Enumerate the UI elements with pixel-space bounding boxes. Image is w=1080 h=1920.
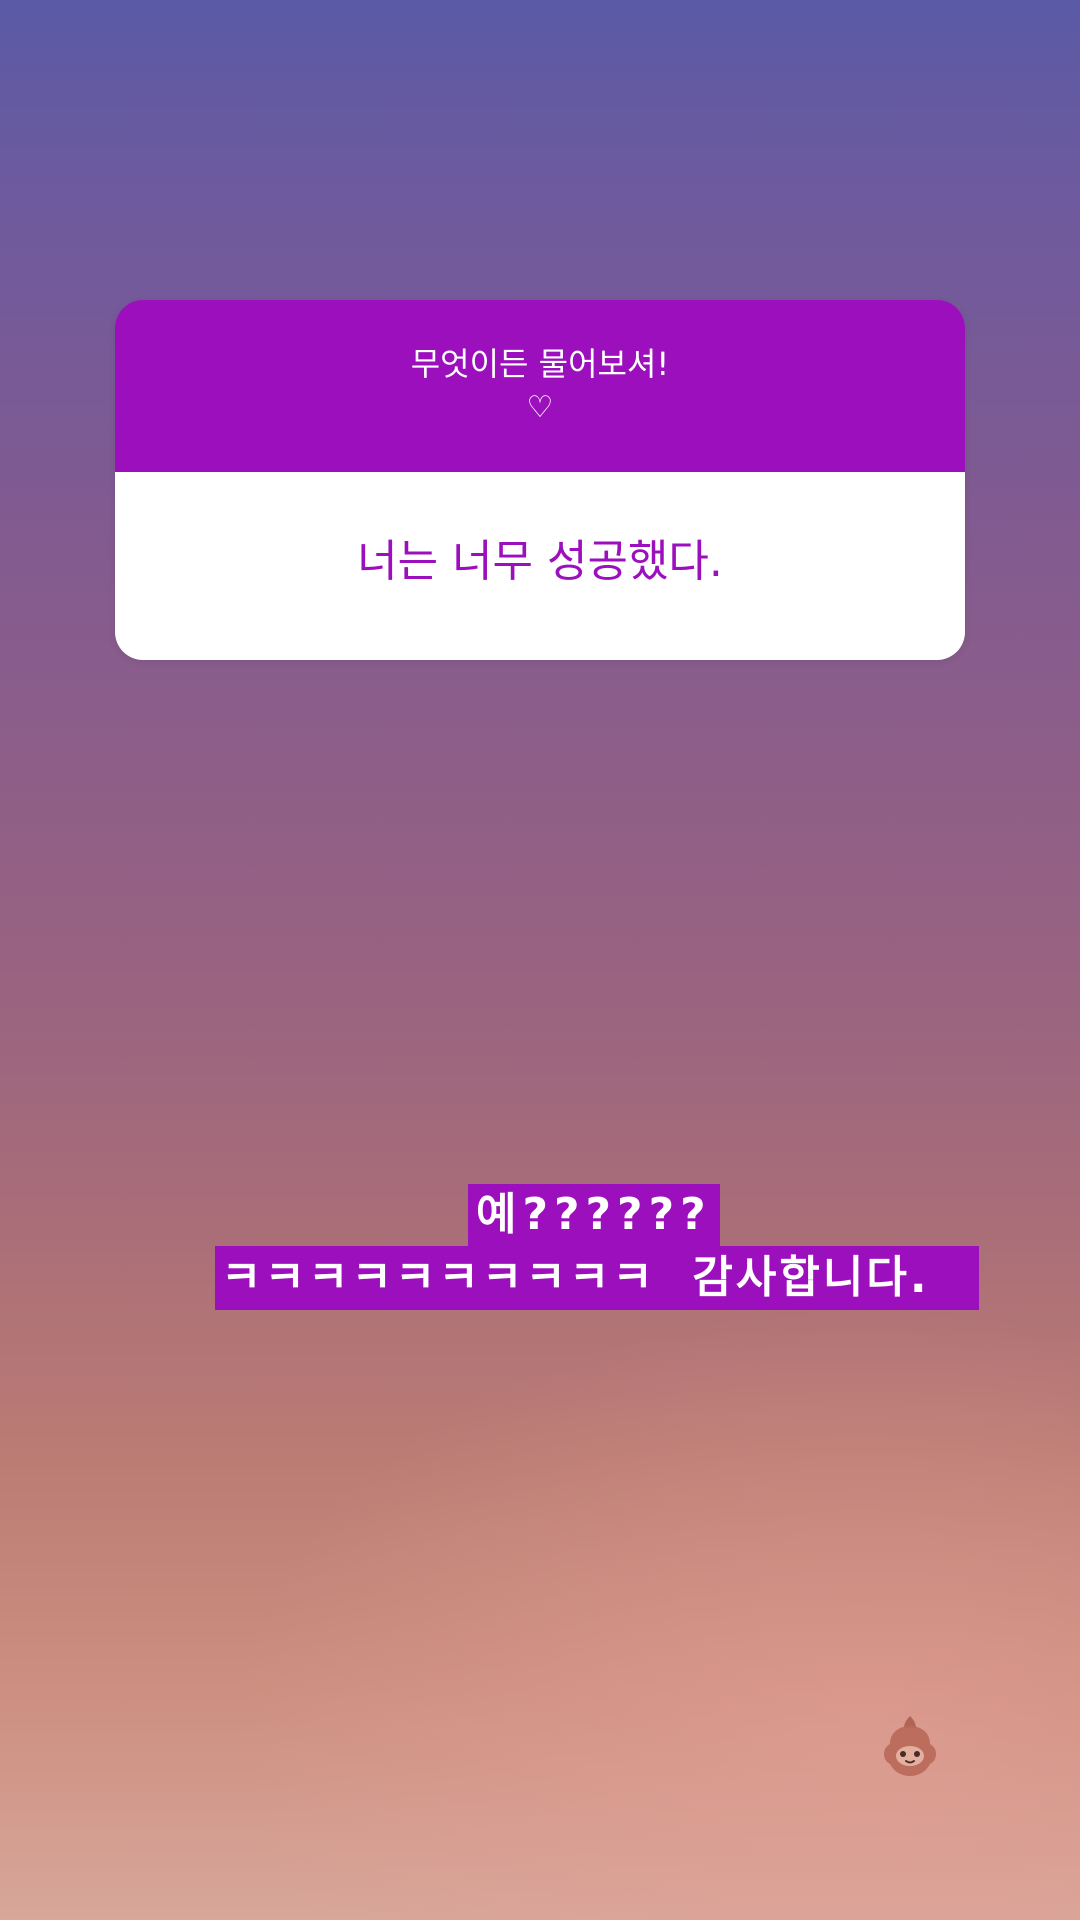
question-prompt: 무엇이든 물어보셔!: [410, 345, 670, 383]
question-sticker[interactable]: 무엇이든 물어보셔! ♡ 너는 너무 성공했다.: [115, 300, 965, 660]
heart-icon: ♡: [526, 390, 554, 425]
question-answer-text: 너는 너무 성공했다.: [357, 536, 723, 587]
question-sticker-body: 너는 너무 성공했다.: [115, 472, 965, 660]
question-sticker-header: 무엇이든 물어보셔! ♡: [115, 300, 965, 472]
story-canvas: 무엇이든 물어보셔! ♡ 너는 너무 성공했다. 예?????? ㅋㅋㅋㅋㅋㅋㅋ…: [0, 0, 1080, 1920]
character-face-icon: [884, 1716, 936, 1776]
caption-line-2: ㅋㅋㅋㅋㅋㅋㅋㅋㅋㅋ 감사합니다.: [215, 1246, 979, 1310]
caption-line-1: 예??????: [468, 1184, 720, 1246]
